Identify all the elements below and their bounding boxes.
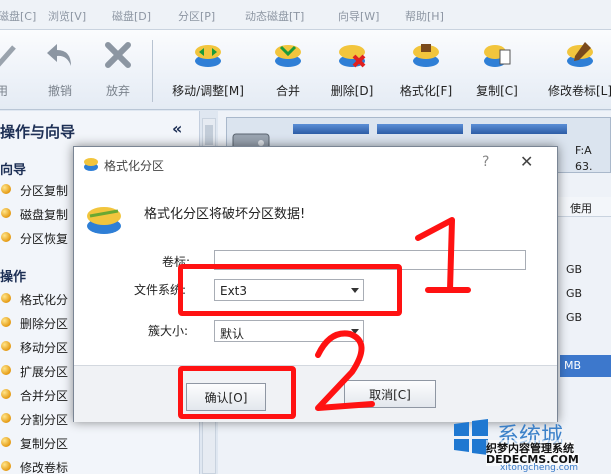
undo-icon (47, 44, 71, 66)
menu-disk-d[interactable]: 磁盘[D] (112, 8, 151, 24)
dialog-titlebar[interactable]: 格式化分区 ? ✕ (74, 147, 557, 181)
menu-view[interactable]: 浏览[V] (48, 8, 86, 24)
op-icon (1, 317, 11, 327)
chevron-down-icon (351, 329, 359, 334)
delete-icon (339, 45, 366, 68)
table-row[interactable]: GB (566, 287, 582, 300)
apply-label: 用 (0, 84, 8, 98)
op-icon (1, 389, 11, 399)
column-used[interactable]: 使用 (570, 200, 592, 216)
relabel-button[interactable]: 修改卷标[L] (540, 36, 611, 104)
annotation-box-ok (178, 366, 296, 419)
apply-button[interactable]: 用 (0, 36, 22, 104)
cancel-button[interactable]: 取消[C] (344, 380, 436, 408)
watermark-logo (454, 419, 488, 455)
format-icon (413, 44, 439, 67)
cluster-size-select[interactable]: 默认 (214, 320, 364, 342)
scrollbar-thumb[interactable] (205, 125, 213, 145)
undo-button[interactable]: 撤销 (38, 36, 82, 104)
watermark-url: xitongcheng.com (500, 463, 578, 473)
help-button[interactable]: ? (482, 154, 489, 170)
cluster-size-value: 默认 (220, 327, 245, 341)
partition-bar[interactable] (293, 124, 369, 134)
format-button[interactable]: 格式化[F] (394, 36, 458, 104)
wizard-icon (1, 208, 11, 218)
table-row[interactable]: GB (566, 263, 582, 276)
format-label: 格式化[F] (399, 84, 453, 98)
operations-section-title: 操作 (0, 270, 27, 285)
discard-button[interactable]: 放弃 (96, 36, 140, 104)
wizard-icon (1, 232, 11, 242)
merge-label: 合并 (275, 84, 300, 98)
move-resize-icon (195, 45, 221, 67)
delete-button[interactable]: 删除[D] (326, 36, 378, 104)
dialog-title: 格式化分区 (104, 159, 165, 173)
op-icon (1, 293, 11, 303)
merge-button[interactable]: 合并 (266, 36, 310, 104)
relabel-icon (567, 42, 593, 67)
move-resize-label: 移动/调整[M] (172, 84, 244, 98)
partition-size: 63. (575, 160, 593, 173)
apply-icon (0, 45, 16, 67)
op-icon (1, 437, 11, 447)
menu-wizard[interactable]: 向导[W] (338, 8, 379, 24)
op-icon (1, 461, 11, 471)
menu-bar: 磁盘[C] 浏览[V] 磁盘[D] 分区[P] 动态磁盘[T] 向导[W] 帮助… (0, 0, 611, 30)
partition-bar[interactable] (471, 124, 567, 134)
selected-table-row[interactable]: MB (560, 355, 611, 377)
partition-label: F:A (575, 144, 592, 157)
dialog-footer (74, 366, 557, 422)
collapse-panel-button[interactable]: « (172, 119, 182, 138)
op-icon (1, 341, 11, 351)
panel-title: 操作与向导 (0, 123, 76, 141)
wizard-icon (1, 184, 11, 194)
discard-icon (105, 42, 131, 68)
move-resize-button[interactable]: 移动/调整[M] (162, 36, 254, 104)
toolbar-separator (152, 40, 153, 102)
menu-dynamic-disk[interactable]: 动态磁盘[T] (245, 8, 304, 24)
close-button[interactable]: ✕ (520, 152, 533, 171)
wizards-section-title: 向导 (0, 163, 27, 178)
copy-label: 复制[C] (476, 84, 518, 98)
op-item-copy[interactable]: 复制分区 (0, 432, 196, 454)
relabel-label: 修改卷标[L] (547, 84, 611, 98)
annotation-box-file-system (178, 264, 402, 316)
op-icon (1, 365, 11, 375)
undo-label: 撤销 (47, 84, 72, 98)
copy-button[interactable]: 复制[C] (470, 36, 524, 104)
menu-partition[interactable]: 分区[P] (178, 8, 215, 24)
discard-label: 放弃 (105, 84, 130, 98)
format-partition-icon (84, 158, 98, 171)
warning-message: 格式化分区将破坏分区数据! (144, 207, 306, 222)
merge-icon (275, 45, 301, 67)
menu-disk[interactable]: 磁盘[C] (0, 8, 36, 24)
disk-format-icon (87, 207, 121, 234)
menu-help[interactable]: 帮助[H] (405, 8, 444, 24)
partition-bar[interactable] (377, 124, 463, 134)
copy-icon (484, 45, 511, 67)
op-item-relabel[interactable]: 修改卷标 (0, 456, 196, 474)
table-row[interactable]: GB (566, 311, 582, 324)
toolbar: 用 撤销 放弃 移动/调整[M] 合并 删除[D] 格式化[F] 复制[C] 修… (0, 30, 611, 110)
op-icon (1, 413, 11, 423)
cluster-size-label: 簇大小: (148, 324, 189, 338)
delete-label: 删除[D] (330, 84, 374, 98)
